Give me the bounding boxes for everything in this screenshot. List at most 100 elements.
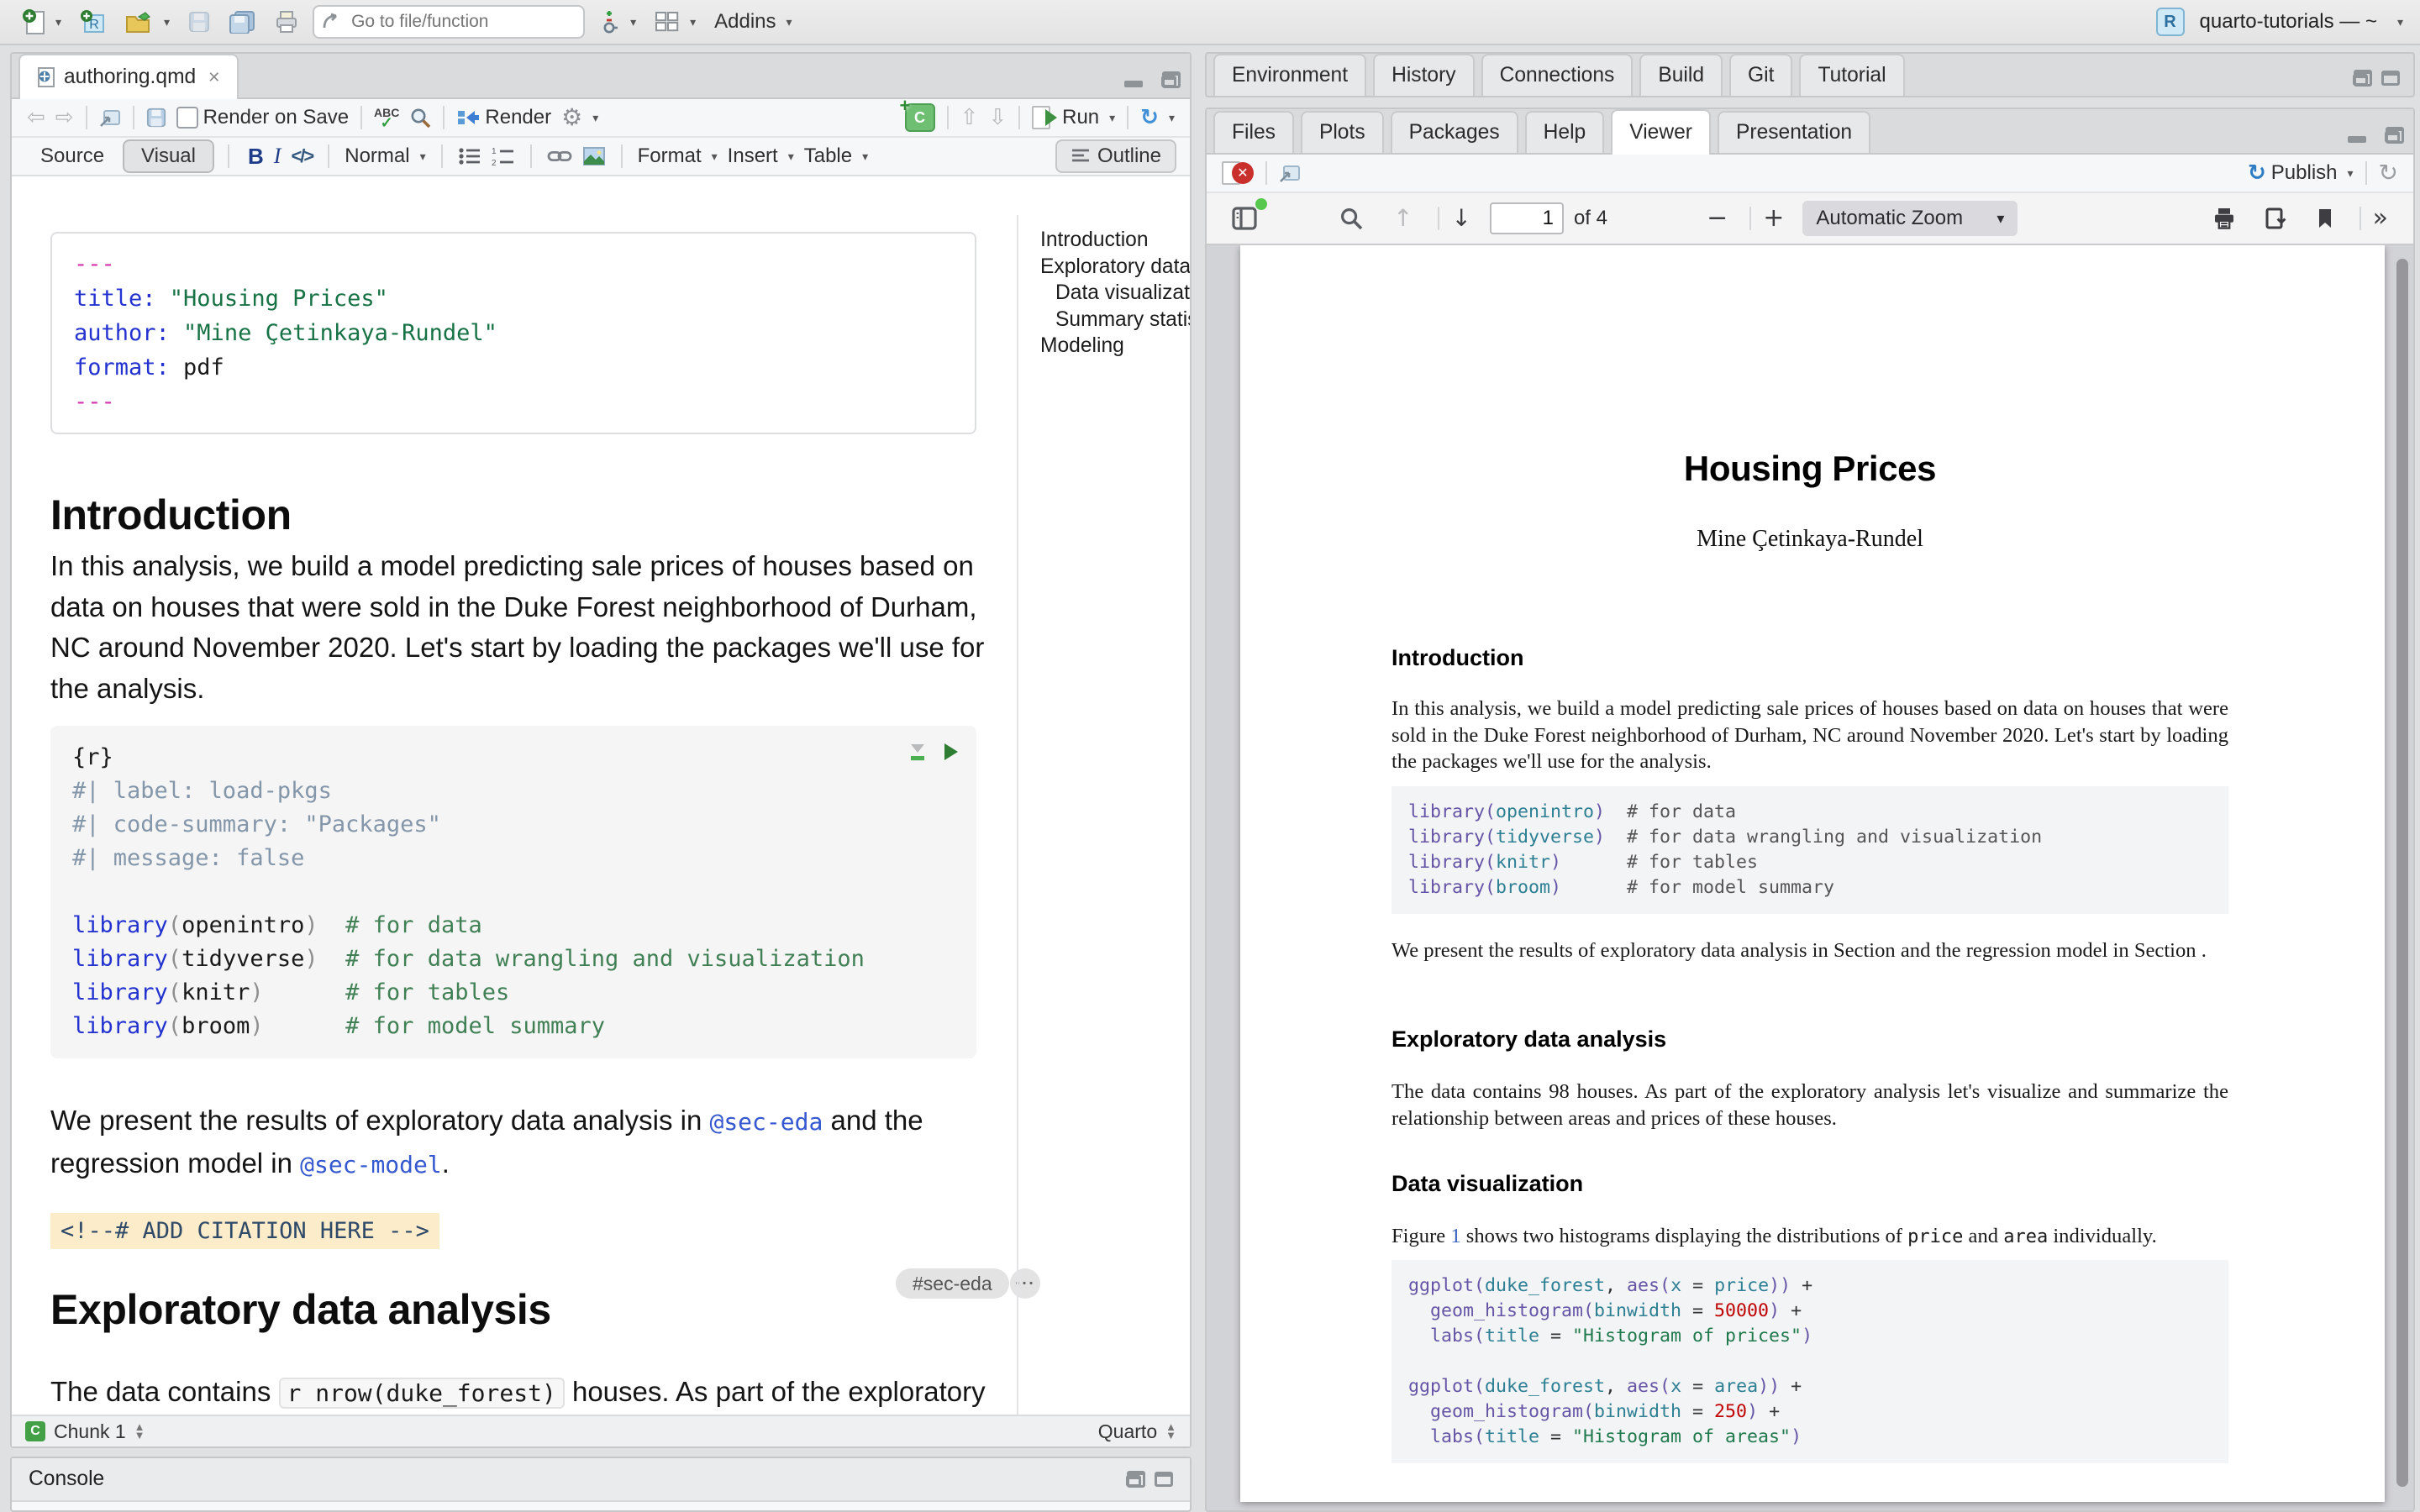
pdf-search-button[interactable] xyxy=(1334,203,1368,234)
workspace-panes-button[interactable]: ▾ xyxy=(650,8,701,36)
tab-authoring-qmd[interactable]: authoring.qmd ✕ xyxy=(18,54,239,99)
minimize-pane-icon[interactable] xyxy=(1124,81,1143,87)
render-settings-button[interactable]: ▾ xyxy=(556,102,603,133)
run-button[interactable]: Run ▾ xyxy=(1027,102,1120,133)
pdf-scrollbar[interactable] xyxy=(2396,259,2408,1487)
forward-button[interactable] xyxy=(50,103,79,132)
source-mode-button[interactable]: Source xyxy=(22,139,123,173)
r-code-chunk[interactable]: {r}#| label: load-pkgs#| code-summary: "… xyxy=(50,726,976,1058)
chunk-nav-updown-icon[interactable] xyxy=(134,1423,145,1440)
project-menu-caret-icon[interactable]: ▾ xyxy=(2397,15,2403,29)
format-menu[interactable]: Format▾ xyxy=(633,141,723,171)
outline-item-introduction[interactable]: Introduction xyxy=(1018,227,1190,254)
pdf-page-down-button[interactable] xyxy=(1446,203,1476,234)
save-doc-button[interactable] xyxy=(141,104,171,131)
pdf-more-tools-button[interactable] xyxy=(2368,202,2393,234)
outline-item-summary-statis-[interactable]: Summary statis… xyxy=(1018,307,1190,333)
code-format-button[interactable]: </> xyxy=(286,142,318,171)
text-segment: ) xyxy=(1594,827,1605,848)
image-button[interactable] xyxy=(577,143,611,170)
tab-build[interactable]: Build xyxy=(1639,54,1723,96)
tab-git[interactable]: Git xyxy=(1729,54,1792,96)
spellcheck-button[interactable]: ABC xyxy=(369,104,404,131)
tab-connections[interactable]: Connections xyxy=(1481,54,1634,96)
maximize-pane-icon[interactable] xyxy=(1161,76,1176,87)
viewer-popout-button[interactable] xyxy=(1274,160,1306,186)
addins-button[interactable]: Addins ▾ xyxy=(709,7,797,37)
pdf-page-up-button[interactable] xyxy=(1388,203,1418,234)
goto-file-input[interactable] xyxy=(348,10,556,34)
find-replace-button[interactable] xyxy=(404,103,436,132)
insert-chunk-button[interactable]: C xyxy=(900,100,940,135)
render-on-save-checkbox[interactable]: Render on Save xyxy=(171,102,354,133)
run-chunks-above-icon[interactable] xyxy=(908,741,928,763)
visual-mode-button[interactable]: Visual xyxy=(123,139,214,173)
back-button[interactable] xyxy=(22,103,50,132)
tab-files[interactable]: Files xyxy=(1213,111,1294,153)
pdf-download-button[interactable] xyxy=(2259,203,2294,234)
pdf-print-button[interactable] xyxy=(2207,203,2242,234)
yaml-front-matter[interactable]: ---title: "Housing Prices"author: "Mine … xyxy=(50,232,976,434)
open-file-button[interactable]: ▾ xyxy=(120,7,175,37)
console-header[interactable]: Console xyxy=(12,1458,1190,1502)
outline-item-exploratory-data-[interactable]: Exploratory data … xyxy=(1018,254,1190,281)
visual-editor-content[interactable]: ---title: "Housing Prices"author: "Mine … xyxy=(12,215,1190,1415)
chunk-prev-button[interactable] xyxy=(955,103,984,132)
tab-environment[interactable]: Environment xyxy=(1213,54,1366,96)
insert-menu[interactable]: Insert▾ xyxy=(723,141,799,171)
save-button[interactable] xyxy=(183,8,215,36)
tab-help[interactable]: Help xyxy=(1525,111,1605,153)
pdf-page-input[interactable] xyxy=(1490,202,1564,234)
popout-button[interactable] xyxy=(94,104,126,131)
new-file-button[interactable]: ▾ xyxy=(17,5,66,39)
status-mode-label[interactable]: Quarto xyxy=(1098,1420,1157,1443)
italic-button[interactable]: I xyxy=(269,140,287,172)
console-maximize-icon[interactable] xyxy=(1155,1472,1173,1487)
pdf-viewport[interactable]: Housing Prices Mine Çetinkaya-Rundel Int… xyxy=(1207,245,2413,1510)
tab-history[interactable]: History xyxy=(1373,54,1475,96)
paragraph-style-select[interactable]: Normal ▾ xyxy=(339,141,430,171)
text-segment: @sec-eda xyxy=(709,1108,823,1136)
pdf-bookmark-button[interactable] xyxy=(2311,204,2339,233)
zoom-in-button[interactable] xyxy=(1758,202,1789,234)
stop-viewer-button[interactable]: ✕ xyxy=(1217,158,1259,188)
viewer-maximize-icon[interactable] xyxy=(2385,131,2400,143)
bullet-list-button[interactable] xyxy=(453,143,487,170)
run-chunk-icon[interactable] xyxy=(943,742,960,762)
mode-updown-icon[interactable] xyxy=(1165,1423,1176,1440)
tab-close-icon[interactable]: ✕ xyxy=(208,69,220,87)
viewer-minimize-icon[interactable] xyxy=(2348,136,2366,143)
publish-button[interactable]: Publish ▾ xyxy=(2243,158,2359,188)
tab-presentation[interactable]: Presentation xyxy=(1718,111,1870,153)
new-project-button[interactable]: R xyxy=(75,5,112,39)
console-restore-icon[interactable] xyxy=(1126,1475,1141,1487)
text-segment: We present the results of exploratory da… xyxy=(50,1105,709,1136)
link-button[interactable] xyxy=(542,144,577,169)
rerun-button[interactable]: ▾ xyxy=(1135,103,1180,132)
goto-file-search[interactable] xyxy=(313,5,585,39)
tab-plots[interactable]: Plots xyxy=(1301,111,1384,153)
outline-item-data-visualization[interactable]: Data visualization xyxy=(1018,280,1190,307)
render-button[interactable]: Render xyxy=(451,102,556,133)
env-restore-icon[interactable] xyxy=(2353,74,2368,86)
code-line: library(knitr) # for tables xyxy=(1408,850,2212,875)
zoom-out-button[interactable] xyxy=(1702,202,1733,234)
outline-item-modeling[interactable]: Modeling xyxy=(1018,333,1190,360)
pdf-page-count: of 4 xyxy=(1574,207,1607,230)
refresh-viewer-button[interactable] xyxy=(2374,158,2403,188)
numbered-list-button[interactable]: 12 xyxy=(487,143,520,170)
version-control-button[interactable]: ▾ xyxy=(593,6,641,38)
tab-packages[interactable]: Packages xyxy=(1391,111,1518,153)
tab-tutorial[interactable]: Tutorial xyxy=(1799,54,1904,96)
zoom-level-select[interactable]: Automatic Zoom ▾ xyxy=(1802,201,2018,236)
outline-toggle-button[interactable]: Outline xyxy=(1055,139,1176,173)
print-button[interactable] xyxy=(269,7,304,37)
save-all-button[interactable] xyxy=(224,7,260,37)
chunk-next-button[interactable] xyxy=(983,103,1012,132)
status-chunk-label[interactable]: Chunk 1 xyxy=(54,1420,126,1443)
table-menu[interactable]: Table▾ xyxy=(799,141,873,171)
env-maximize-icon[interactable] xyxy=(2381,71,2400,86)
pdf-sidebar-toggle[interactable] xyxy=(1227,203,1264,234)
tab-viewer[interactable]: Viewer xyxy=(1611,109,1711,155)
bold-button[interactable]: B xyxy=(243,140,269,173)
